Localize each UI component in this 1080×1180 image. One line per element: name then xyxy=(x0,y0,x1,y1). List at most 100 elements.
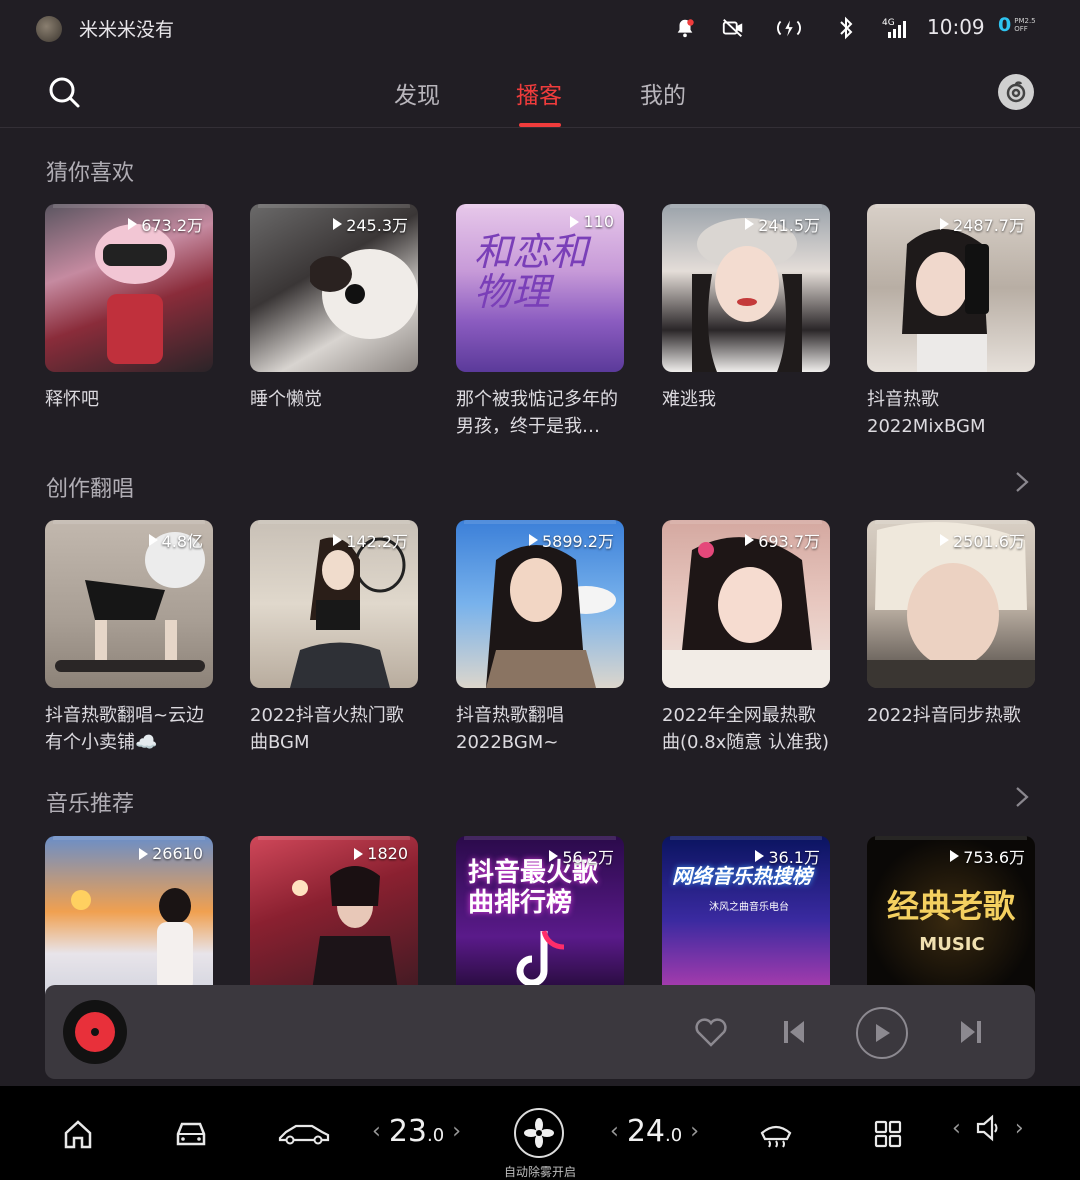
temp-down-chevron-icon[interactable]: ‹ xyxy=(372,1119,381,1144)
playlist-cover[interactable]: 245.3万 xyxy=(250,204,418,372)
play-count: 142.2万 xyxy=(333,528,408,552)
playlist-card[interactable]: 1820 xyxy=(250,836,418,1004)
chevron-right-icon[interactable] xyxy=(1012,785,1032,809)
playlist-cover[interactable]: 142.2万 xyxy=(250,520,418,688)
playlist-title[interactable]: 2022抖音火热门歌曲BGM xyxy=(250,702,418,756)
tab-mine[interactable]: 我的 xyxy=(640,76,686,110)
play-count: 2487.7万 xyxy=(940,212,1025,236)
playlist-title[interactable]: 抖音热歌2022MixBGM xyxy=(867,386,1035,440)
volume-speaker-icon[interactable] xyxy=(975,1114,1001,1142)
passenger-temp-dec: .0 xyxy=(665,1125,683,1146)
play-count: 110 xyxy=(570,212,614,231)
play-count-value: 693.7万 xyxy=(758,532,820,551)
play-count-value: 753.6万 xyxy=(963,848,1025,867)
home-icon[interactable] xyxy=(58,1114,98,1154)
app-grid-icon[interactable] xyxy=(868,1114,908,1154)
fan-icon[interactable] xyxy=(514,1108,564,1158)
playlist-title[interactable]: 难逃我 xyxy=(662,386,830,413)
temp-up-chevron-icon[interactable]: › xyxy=(452,1119,461,1144)
play-count: 2501.6万 xyxy=(940,528,1025,552)
playlist-card[interactable]: 经典老歌 MUSIC 753.6万 xyxy=(867,836,1035,1004)
playlist-card[interactable]: 245.3万 睡个懒觉 xyxy=(250,204,418,413)
signal-broadcast-icon xyxy=(775,14,803,42)
driver-temp-int: 23 xyxy=(388,1114,427,1149)
playlist-title[interactable]: 那个被我惦记多年的男孩，终于是我… xyxy=(456,386,624,440)
play-count-value: 241.5万 xyxy=(758,216,820,235)
passenger-temp-int: 24 xyxy=(626,1114,665,1149)
play-count: 245.3万 xyxy=(333,212,408,236)
playlist-title[interactable]: 2022年全网最热歌曲(0.8x随意 认准我) xyxy=(662,702,830,756)
volume-down-chevron-icon[interactable]: ‹ xyxy=(952,1116,961,1141)
car-side-icon[interactable] xyxy=(278,1114,330,1154)
vinyl-disc-icon[interactable] xyxy=(63,1000,127,1064)
user-name[interactable]: 米米米没有 xyxy=(79,15,174,42)
playlist-title[interactable]: 2022抖音同步热歌 xyxy=(867,702,1035,729)
playlist-card[interactable]: 2487.7万 抖音热歌2022MixBGM xyxy=(867,204,1035,440)
playlist-card[interactable]: 5899.2万 抖音热歌翻唱2022BGM~ xyxy=(456,520,624,756)
next-track-icon[interactable] xyxy=(949,1010,993,1054)
netease-music-logo-icon[interactable] xyxy=(998,74,1034,110)
playlist-card[interactable]: 142.2万 2022抖音火热门歌曲BGM xyxy=(250,520,418,756)
playlist-card[interactable]: 和恋和物理 110 那个被我惦记多年的男孩，终于是我… xyxy=(456,204,624,440)
play-count: 56.2万 xyxy=(549,844,614,868)
chevron-right-icon[interactable] xyxy=(1012,470,1032,494)
playlist-card[interactable]: 693.7万 2022年全网最热歌曲(0.8x随意 认准我) xyxy=(662,520,830,756)
cover-subtitle: MUSIC xyxy=(919,934,985,955)
playlist-cover[interactable]: 2487.7万 xyxy=(867,204,1035,372)
notification-bell-icon xyxy=(671,14,699,42)
playlist-cover[interactable]: 5899.2万 xyxy=(456,520,624,688)
tab-active-indicator xyxy=(519,123,561,127)
playlist-title[interactable]: 抖音热歌翻唱~云边有个小卖铺☁️ xyxy=(45,702,213,756)
section-title-guess-you-like: 猜你喜欢 xyxy=(46,161,135,186)
playlist-card[interactable]: 673.2万 释怀吧 xyxy=(45,204,213,413)
playlist-cover[interactable]: 241.5万 xyxy=(662,204,830,372)
playlist-title[interactable]: 释怀吧 xyxy=(45,386,213,413)
playlist-cover[interactable]: 26610 xyxy=(45,836,213,1004)
section-title-cover-songs: 创作翻唱 xyxy=(46,477,135,502)
play-count: 753.6万 xyxy=(950,844,1025,868)
playlist-title[interactable]: 抖音热歌翻唱2022BGM~ xyxy=(456,702,624,756)
auto-defog-status: 自动除雾开启 xyxy=(503,1165,576,1179)
playlist-card[interactable]: 241.5万 难逃我 xyxy=(662,204,830,413)
playlist-cover[interactable]: 673.2万 xyxy=(45,204,213,372)
playlist-title[interactable]: 睡个懒觉 xyxy=(250,386,418,413)
pm25-label: PM2.5 OFF xyxy=(1014,17,1035,33)
play-icon xyxy=(745,218,755,230)
search-icon[interactable] xyxy=(46,74,82,110)
rear-defrost-icon[interactable] xyxy=(756,1114,796,1154)
play-button[interactable] xyxy=(856,1007,908,1059)
user-avatar[interactable] xyxy=(36,16,62,42)
playlist-cover[interactable]: 1820 xyxy=(250,836,418,1004)
temp-down-chevron-icon[interactable]: ‹ xyxy=(610,1119,619,1144)
top-navigation: 发现 播客 我的 xyxy=(0,56,1080,128)
playlist-card[interactable]: 网络音乐热搜榜 沐风之曲音乐电台 36.1万 xyxy=(662,836,830,1004)
playlist-cover[interactable]: 2501.6万 xyxy=(867,520,1035,688)
playlist-card[interactable]: 26610 xyxy=(45,836,213,1004)
playlist-cover[interactable]: 和恋和物理 110 xyxy=(456,204,624,372)
play-count-value: 2501.6万 xyxy=(953,532,1025,551)
playlist-cover[interactable]: 经典老歌 MUSIC 753.6万 xyxy=(867,836,1035,1004)
play-count-value: 5899.2万 xyxy=(542,532,614,551)
play-count-value: 26610 xyxy=(152,844,203,863)
playlist-cover[interactable]: 693.7万 xyxy=(662,520,830,688)
play-count: 693.7万 xyxy=(745,528,820,552)
tab-discover[interactable]: 发现 xyxy=(394,76,440,110)
playlist-cover[interactable]: 抖音最火歌曲排行榜 56.2万 xyxy=(456,836,624,1004)
play-icon xyxy=(128,218,138,230)
car-dock: ‹ 23.0 › 自动除雾开启 ‹ 24.0 › ‹ › xyxy=(0,1086,1080,1180)
play-icon xyxy=(333,534,343,546)
volume-up-chevron-icon[interactable]: › xyxy=(1015,1116,1024,1141)
previous-track-icon[interactable] xyxy=(772,1010,816,1054)
car-front-icon[interactable] xyxy=(171,1114,211,1154)
playlist-cover[interactable]: 网络音乐热搜榜 沐风之曲音乐电台 36.1万 xyxy=(662,836,830,1004)
like-heart-icon[interactable] xyxy=(689,1010,733,1054)
playlist-card[interactable]: 抖音最火歌曲排行榜 56.2万 xyxy=(456,836,624,1004)
play-count: 36.1万 xyxy=(755,844,820,868)
playlist-cover[interactable]: 4.8亿 xyxy=(45,520,213,688)
playlist-card[interactable]: 2501.6万 2022抖音同步热歌 xyxy=(867,520,1035,729)
playlist-card[interactable]: 4.8亿 抖音热歌翻唱~云边有个小卖铺☁️ xyxy=(45,520,213,756)
tab-podcast[interactable]: 播客 xyxy=(516,76,562,110)
temp-up-chevron-icon[interactable]: › xyxy=(690,1119,699,1144)
play-count-value: 673.2万 xyxy=(141,216,203,235)
cover-text: 和恋和物理 xyxy=(474,230,589,314)
